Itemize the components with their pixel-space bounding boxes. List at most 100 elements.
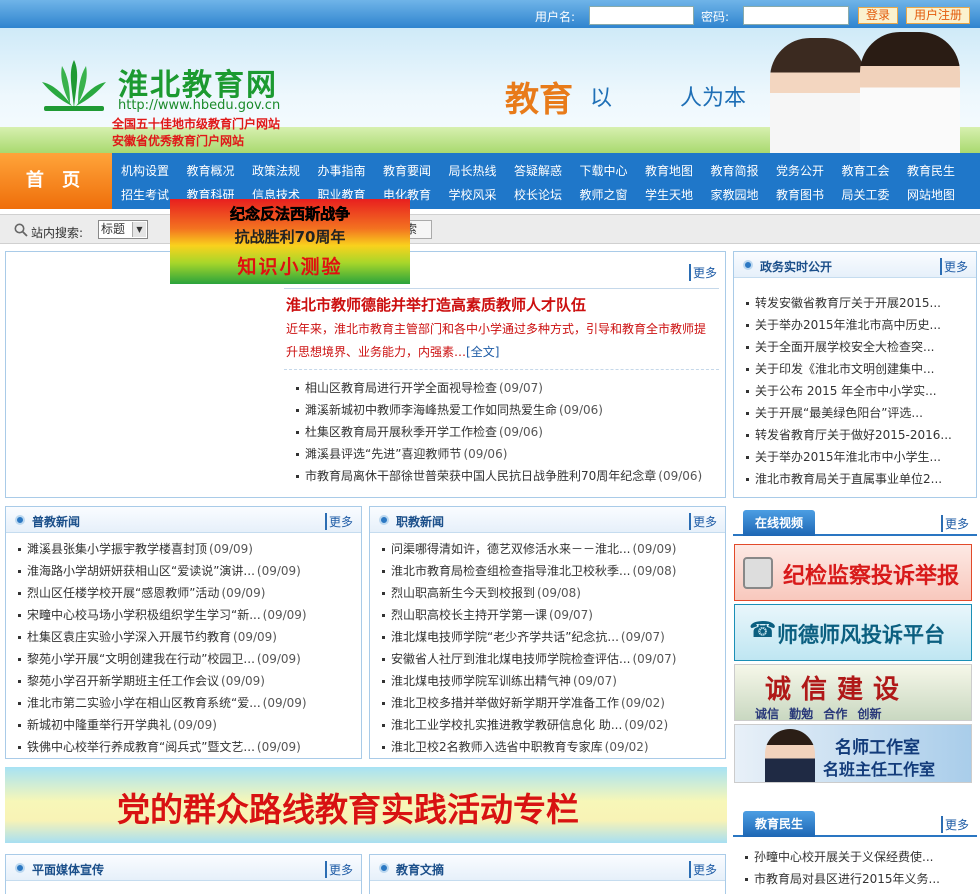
nav-home[interactable]: 首 页 [0, 153, 112, 209]
list-item[interactable]: 濉溪县评选“先进”喜迎教师节 (09/06) [296, 445, 721, 462]
list-item[interactable]: 淮北市第二实验小学在相山区教育系统“爱... (09/09) [18, 694, 358, 711]
list-item[interactable]: 烈山区任楼学校开展“感恩教师”活动 (09/09) [18, 584, 358, 601]
list-item[interactable]: 烈山职高新生今天到校报到 (09/08) [382, 584, 722, 601]
wenzhai-title: 教育文摘 [396, 863, 445, 877]
nav-link[interactable]: 教育概况 [187, 162, 235, 179]
ad-master-teacher[interactable]: 名师工作室 名班主任工作室 [734, 724, 972, 783]
minsheng-tab[interactable]: 教育民生 [743, 811, 815, 837]
list-item[interactable]: 淮北工业学校扎实推进教学教研信息化 助... (09/02) [382, 716, 722, 733]
nav-link[interactable]: 网站地图 [907, 186, 955, 203]
nav-link[interactable]: 政策法规 [252, 162, 300, 179]
list-item[interactable]: 黎苑小学开展“文明创建我在行动”校园卫... (09/09) [18, 650, 358, 667]
pujiao-box: 普教新闻 更多 濉溪县张集小学振宇教学楼喜封顶 (09/09) 淮海路小学胡妍妍获相山… [5, 506, 362, 759]
list-item[interactable]: 淮北煤电技师学院军训练出精气神 (09/07) [382, 672, 722, 689]
full-text-link[interactable]: [全文] [466, 345, 499, 359]
video-tab[interactable]: 在线视频 [743, 510, 815, 536]
nav-link[interactable]: 招生考试 [121, 186, 169, 203]
more-link[interactable]: 更多 [688, 264, 717, 281]
list-item-title: 濉溪新城初中教师李海峰热爱工作如同热爱生命 [305, 403, 558, 417]
list-item[interactable]: 濉溪县张集小学振宇教学楼喜封顶 (09/09) [18, 540, 358, 557]
list-item[interactable]: 关于公布 2015 年全市中小学实... [746, 382, 971, 399]
list-item-date: (09/09) [173, 718, 217, 732]
more-link[interactable]: 更多 [939, 258, 968, 275]
headline-title[interactable]: 淮北市教师德能并举打造高素质教师人才队伍 [286, 294, 586, 315]
nav-link[interactable]: 答疑解惑 [514, 162, 562, 179]
list-item[interactable]: 市教育局对县区进行2015年义务... [745, 870, 973, 887]
more-link[interactable]: 更多 [324, 513, 353, 530]
list-item[interactable]: 问渠哪得清如许，德艺双修活水来－－淮北... (09/09) [382, 540, 722, 557]
nav-link[interactable]: 局关工委 [842, 186, 890, 203]
username-input[interactable] [589, 6, 694, 25]
nav-link[interactable]: 教师之窗 [580, 186, 628, 203]
list-item[interactable]: 关于举办2015年淮北市中小学生... [746, 448, 971, 465]
list-item[interactable]: 淮海路小学胡妍妍获相山区“爱读说”演讲... (09/09) [18, 562, 358, 579]
party-activity-banner[interactable]: 党的群众路线教育实践活动专栏 [5, 767, 727, 843]
list-item[interactable]: 淮北市教育局关于直属事业单位2... [746, 470, 971, 487]
list-item[interactable]: 关于全面开展学校安全大检查突... [746, 338, 971, 355]
quiz-banner[interactable]: 纪念反法西斯战争 抗战胜利70周年 知识小测验 [170, 199, 410, 284]
register-button[interactable]: 用户注册 [906, 7, 970, 24]
quiz-line-1: 纪念反法西斯战争 [229, 205, 351, 224]
list-item[interactable]: 铁佛中心校举行养成教育“阅兵式”暨文艺... (09/09) [18, 738, 358, 755]
bullet-icon [382, 636, 385, 639]
nav-link[interactable]: 教育简报 [711, 162, 759, 179]
list-item[interactable]: 市教育局离休干部徐世普荣获中国人民抗日战争胜利70周年纪念章 (09/06) [296, 467, 721, 484]
list-item[interactable]: 淮北卫校多措并举做好新学期开学准备工作 (09/02) [382, 694, 722, 711]
more-link[interactable]: 更多 [940, 816, 969, 833]
headline-summary: 近年来，淮北市教育主管部门和各中小学通过多种方式，引导和教育全市教师提升思想境界… [286, 318, 716, 364]
slogan-yi: 以 [590, 86, 613, 111]
nav-link[interactable]: 党务公开 [776, 162, 824, 179]
list-item[interactable]: 转发省教育厅关于做好2015-2016... [746, 426, 971, 443]
nav-link[interactable]: 教育图书 [776, 186, 824, 203]
list-item-title: 关于举办2015年淮北市中小学生... [755, 450, 941, 464]
nav-link[interactable]: 办事指南 [318, 162, 366, 179]
list-item-date: (09/06) [658, 469, 703, 483]
list-item[interactable]: 关于开展“最美绿色阳台”评选... [746, 404, 971, 421]
list-item[interactable]: 杜集区教育局开展秋季开学工作检查 (09/06) [296, 423, 721, 440]
bullet-icon [382, 680, 385, 683]
ad-discipline-report[interactable]: 纪检监察投诉举报 [734, 544, 972, 601]
list-item[interactable]: 关于举办2015年淮北市高中历史... [746, 316, 971, 333]
zhijiao-title: 职教新闻 [396, 515, 445, 529]
list-item[interactable]: 淮北煤电技师学院“老少齐学共话”纪念抗... (09/07) [382, 628, 722, 645]
list-item[interactable]: 烈山职高校长主持开学第一课 (09/07) [382, 606, 722, 623]
bullet-icon [18, 548, 21, 551]
login-button[interactable]: 登录 [858, 7, 898, 24]
ad-teacher-ethics[interactable]: ☎ 师德师风投诉平台 [734, 604, 972, 661]
list-item-title: 转发省教育厅关于做好2015-2016... [755, 428, 952, 442]
ad-integrity[interactable]: 诚信建设 诚信 勤勉 合作 创新 [734, 664, 972, 721]
nav-link[interactable]: 教育民生 [907, 162, 955, 179]
nav-link[interactable]: 教育要闻 [383, 162, 431, 179]
more-link[interactable]: 更多 [940, 515, 969, 532]
list-item[interactable]: 孙疃中心校开展关于义保经费使... [745, 848, 973, 865]
list-item-date: (09/06) [499, 425, 543, 439]
bullet-icon [746, 412, 749, 415]
more-link[interactable]: 更多 [688, 513, 717, 530]
list-item[interactable]: 杜集区袁庄实验小学深入开展节约教育 (09/09) [18, 628, 358, 645]
more-link[interactable]: 更多 [688, 861, 717, 878]
list-item-date: (09/09) [221, 586, 266, 600]
search-field-select[interactable]: 标题 ▼ [98, 220, 148, 239]
nav-link[interactable]: 教育工会 [842, 162, 890, 179]
list-item[interactable]: 安徽省人社厅到淮北煤电技师学院检查评估... (09/07) [382, 650, 722, 667]
password-input[interactable] [743, 6, 849, 25]
list-item[interactable]: 转发安徽省教育厅关于开展2015... [746, 294, 971, 311]
nav-link[interactable]: 家教园地 [711, 186, 759, 203]
nav-link[interactable]: 校长论坛 [514, 186, 562, 203]
nav-link[interactable]: 局长热线 [449, 162, 497, 179]
nav-link[interactable]: 学校风采 [449, 186, 497, 203]
list-item[interactable]: 黎苑小学召开新学期班主任工作会议 (09/09) [18, 672, 358, 689]
list-item[interactable]: 新城初中隆重举行开学典礼 (09/09) [18, 716, 358, 733]
nav-link[interactable]: 教育地图 [645, 162, 693, 179]
nav-link[interactable]: 下载中心 [580, 162, 628, 179]
list-item[interactable]: 淮北卫校2名教师入选省中职教育专家库 (09/02) [382, 738, 722, 755]
list-item[interactable]: 淮北市教育局检查组检查指导淮北卫校秋季... (09/08) [382, 562, 722, 579]
more-link[interactable]: 更多 [324, 861, 353, 878]
list-item[interactable]: 宋疃中心校马场小学积极组织学生学习“新... (09/09) [18, 606, 358, 623]
list-item[interactable]: 关于印发《淮北市文明创建集中... [746, 360, 971, 377]
nav-link[interactable]: 学生天地 [645, 186, 693, 203]
search-select-value: 标题 [101, 222, 126, 236]
list-item[interactable]: 相山区教育局进行开学全面视导检查 (09/07) [296, 379, 721, 396]
nav-link[interactable]: 机构设置 [121, 162, 169, 179]
list-item[interactable]: 濉溪新城初中教师李海峰热爱工作如同热爱生命 (09/06) [296, 401, 721, 418]
